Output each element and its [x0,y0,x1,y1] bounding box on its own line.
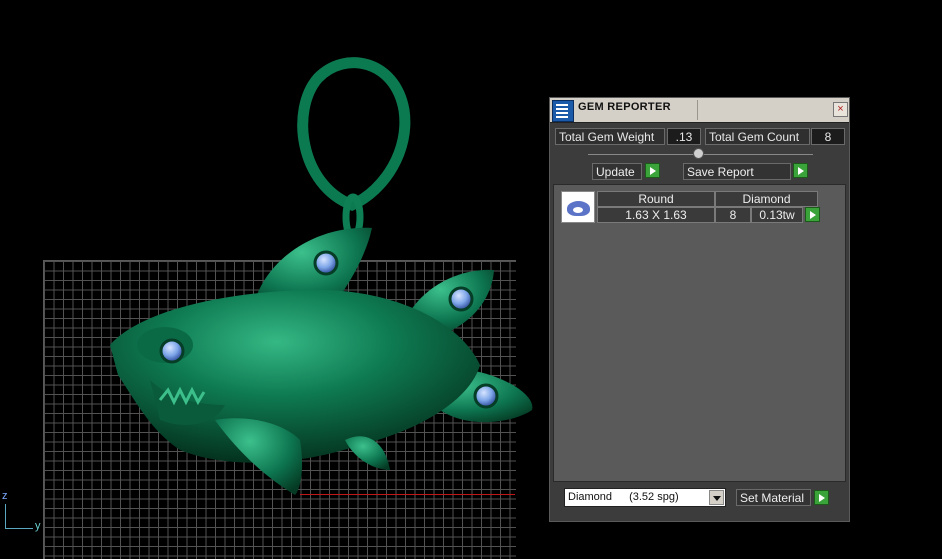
gem-stone [159,338,185,364]
gem-weight: 0.13tw [751,207,803,223]
total-gem-count-value: 8 [811,128,845,145]
gem-count: 8 [715,207,751,223]
axis-triad: z y [0,490,50,540]
header-shape: Round [597,191,715,207]
set-material-button[interactable]: Set Material [736,489,811,506]
update-go-icon[interactable] [645,163,660,178]
update-button[interactable]: Update [592,163,642,180]
total-gem-weight-value: .13 [667,128,701,145]
set-material-go-icon[interactable] [814,490,829,505]
total-gem-count-label: Total Gem Count [705,128,810,145]
gem-stone [313,250,339,276]
gem-stone [448,286,474,312]
gem-reporter-panel: GEM REPORTER × Total Gem Weight .13 Tota… [549,97,850,522]
row-select-go-icon[interactable] [805,207,820,222]
collapse-knob[interactable] [693,148,704,159]
total-gem-weight-label: Total Gem Weight [555,128,665,145]
gem-size: 1.63 X 1.63 [597,207,715,223]
material-select-spg: (3.52 spg) [629,491,679,503]
diamond-icon [567,201,590,216]
save-report-button[interactable]: Save Report [683,163,791,180]
header-material: Diamond [715,191,818,207]
y-axis-label: y [35,520,41,532]
bail-loop [297,57,411,211]
save-report-go-icon[interactable] [793,163,808,178]
panel-title: GEM REPORTER [578,101,671,113]
panel-titlebar[interactable]: GEM REPORTER × [550,98,849,123]
close-button[interactable]: × [833,102,848,117]
gem-stone [473,383,499,409]
z-axis-label: z [2,490,8,502]
chevron-down-icon[interactable] [709,490,724,505]
gem-list[interactable]: Round Diamond 1.63 X 1.63 8 0.13tw [553,184,846,482]
material-select[interactable]: Diamond (3.52 spg) [564,488,726,507]
gem-thumbnail[interactable] [561,191,595,223]
report-icon [552,100,574,122]
material-select-value: Diamond [568,491,613,503]
